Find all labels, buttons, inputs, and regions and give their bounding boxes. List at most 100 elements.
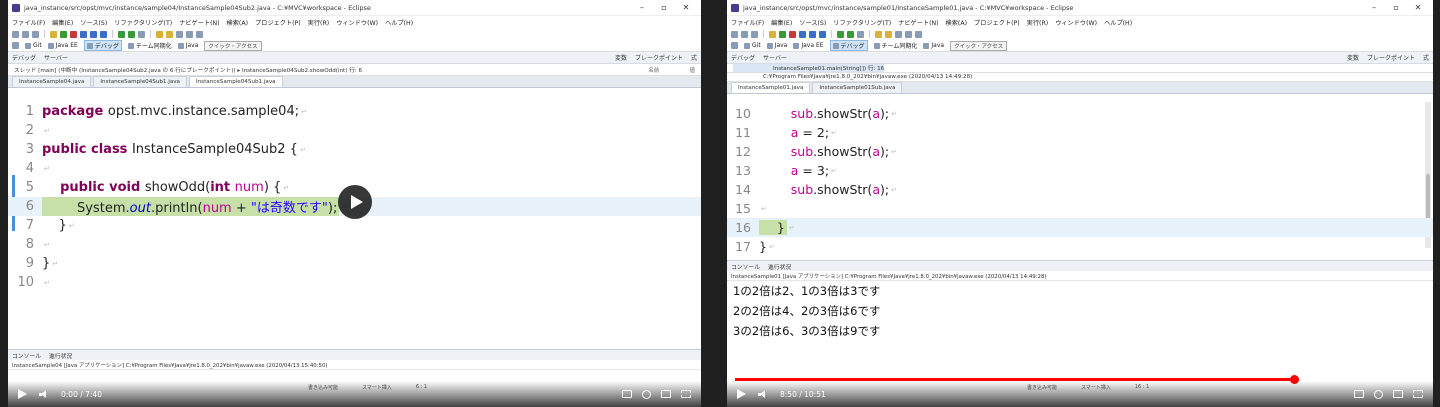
menu-item[interactable]: 編集(E) — [52, 18, 73, 27]
stop-icon[interactable] — [70, 30, 77, 38]
settings-icon[interactable] — [642, 389, 651, 399]
menu-item[interactable]: ファイル(F) — [12, 18, 45, 27]
menu-item[interactable]: リファクタリング(T) — [114, 18, 172, 27]
minimize-icon[interactable]: – — [631, 3, 653, 12]
open-perspective-icon[interactable] — [12, 42, 19, 49]
menu-item[interactable]: 実行(R) — [1027, 18, 1049, 27]
save-icon[interactable] — [741, 30, 748, 38]
video-player-left[interactable]: java_instance/src/opst/mvc/instance/samp… — [8, 0, 701, 407]
menu-item[interactable]: ヘルプ(H) — [385, 18, 413, 27]
menu-item[interactable]: ファイル(F) — [731, 18, 764, 27]
open-folder-icon[interactable] — [166, 30, 173, 38]
forward-icon[interactable] — [915, 30, 922, 38]
step-into-icon[interactable] — [80, 30, 87, 38]
quick-access-field[interactable]: クイック・アクセス — [204, 40, 262, 51]
open-perspective-icon[interactable] — [731, 42, 738, 49]
open-type-icon[interactable] — [875, 30, 882, 38]
theater-mode-icon[interactable] — [661, 390, 671, 398]
run-icon[interactable] — [128, 30, 135, 38]
back-icon[interactable] — [186, 30, 193, 38]
step-over-icon[interactable] — [90, 30, 97, 38]
print-icon[interactable] — [751, 30, 758, 38]
print-icon[interactable] — [32, 30, 39, 38]
captions-icon[interactable] — [622, 390, 632, 398]
perspective-5[interactable]: Java — [923, 42, 944, 49]
console-tab[interactable]: 進行状況 — [49, 351, 72, 360]
fullscreen-icon[interactable] — [1413, 390, 1423, 398]
menu-item[interactable]: プロジェクト(P) — [255, 18, 301, 27]
maximize-icon[interactable]: ▫ — [653, 3, 675, 12]
editor-tab[interactable]: InstanceSample04Sub1.java — [93, 76, 187, 87]
view-tab-right[interactable]: 変数 — [615, 53, 627, 62]
console-tab[interactable]: コンソール — [12, 351, 41, 360]
menu-item[interactable]: ウィンドウ(W) — [1055, 18, 1097, 27]
play-icon[interactable] — [60, 30, 67, 38]
console-tab[interactable]: 進行状況 — [768, 262, 791, 271]
resume-icon[interactable] — [50, 30, 57, 38]
menu-item[interactable]: 検索(A) — [227, 18, 248, 27]
step-into-icon[interactable] — [799, 30, 806, 38]
editor-tab[interactable]: InstanceSample04Sub1.java — [188, 76, 283, 87]
resume-icon[interactable] — [769, 30, 776, 38]
menu-item[interactable]: リファクタリング(T) — [833, 18, 891, 27]
external-tools-icon[interactable] — [138, 30, 145, 38]
menu-item[interactable]: ナビゲート(N) — [898, 18, 938, 27]
volume-icon[interactable] — [39, 389, 49, 399]
perspective-1[interactable]: Java — [766, 42, 787, 49]
new-icon[interactable] — [12, 30, 19, 38]
debug-icon[interactable] — [118, 30, 125, 38]
menu-item[interactable]: 編集(E) — [771, 18, 792, 27]
forward-icon[interactable] — [196, 30, 203, 38]
perspective-0[interactable]: Git — [25, 42, 42, 49]
volume-icon[interactable] — [758, 389, 768, 399]
perspective-2[interactable]: デバッグ — [83, 40, 122, 51]
fullscreen-icon[interactable] — [681, 390, 691, 398]
video-player-right[interactable]: java_instance/src/opst/mvc/instance/samp… — [727, 0, 1433, 407]
search-icon[interactable] — [895, 30, 902, 38]
search-icon[interactable] — [176, 30, 183, 38]
menu-item[interactable]: ヘルプ(H) — [1104, 18, 1132, 27]
view-tab[interactable]: デバッグ — [12, 53, 36, 62]
play-icon[interactable] — [779, 30, 786, 38]
perspective-0[interactable]: Git — [744, 42, 761, 49]
view-tab[interactable]: サーバー — [763, 53, 787, 62]
perspective-3[interactable]: デバッグ — [829, 40, 868, 51]
theater-mode-icon[interactable] — [1393, 390, 1403, 398]
menu-item[interactable]: ナビゲート(N) — [179, 18, 219, 27]
new-icon[interactable] — [731, 30, 738, 38]
step-return-icon[interactable] — [819, 30, 826, 38]
editor-tab[interactable]: InstanceSample04.java — [12, 76, 92, 87]
editor-tab[interactable]: InstanceSample01Sub.java — [812, 82, 903, 93]
console-tab[interactable]: コンソール — [731, 262, 760, 271]
close-icon[interactable]: ✕ — [675, 3, 697, 12]
stack-frame[interactable]: InstanceSample01.main(String[]) 行: 16 — [733, 64, 885, 72]
menu-item[interactable]: ソース(S) — [80, 18, 107, 27]
minimize-icon[interactable]: – — [1363, 3, 1385, 12]
view-tab-right[interactable]: ブレークポイント — [635, 53, 683, 62]
view-tab-right[interactable]: 変数 — [1347, 53, 1359, 62]
perspective-1[interactable]: Java EE — [47, 42, 78, 49]
maximize-icon[interactable]: ▫ — [1385, 3, 1407, 12]
menu-item[interactable]: プロジェクト(P) — [974, 18, 1020, 27]
external-tools-icon[interactable] — [857, 30, 864, 38]
code-editor[interactable]: 10 sub.showStr(a); ↵ 11 a = 2; ↵ 12 sub.show… — [727, 102, 1433, 254]
menu-item[interactable]: 実行(R) — [308, 18, 330, 27]
view-tab-right[interactable]: 式 — [1423, 53, 1429, 62]
perspective-4[interactable]: Java — [177, 42, 198, 49]
step-return-icon[interactable] — [100, 30, 107, 38]
save-icon[interactable] — [22, 30, 29, 38]
debug-icon[interactable] — [837, 30, 844, 38]
editor-tab[interactable]: InstanceSample01.java — [731, 82, 811, 93]
settings-icon[interactable] — [1374, 389, 1383, 399]
stack-frame[interactable]: スレッド [main] (中断中 (InstanceSample04Sub2.j… — [14, 66, 362, 74]
close-icon[interactable]: ✕ — [1407, 3, 1429, 12]
run-icon[interactable] — [847, 30, 854, 38]
menu-item[interactable]: 検索(A) — [946, 18, 967, 27]
back-icon[interactable] — [905, 30, 912, 38]
step-over-icon[interactable] — [809, 30, 816, 38]
quick-access-field[interactable]: クイック・アクセス — [950, 40, 1008, 51]
menu-item[interactable]: ウィンドウ(W) — [336, 18, 378, 27]
captions-icon[interactable] — [1354, 390, 1364, 398]
open-folder-icon[interactable] — [885, 30, 892, 38]
view-tab[interactable]: デバッグ — [731, 53, 755, 62]
